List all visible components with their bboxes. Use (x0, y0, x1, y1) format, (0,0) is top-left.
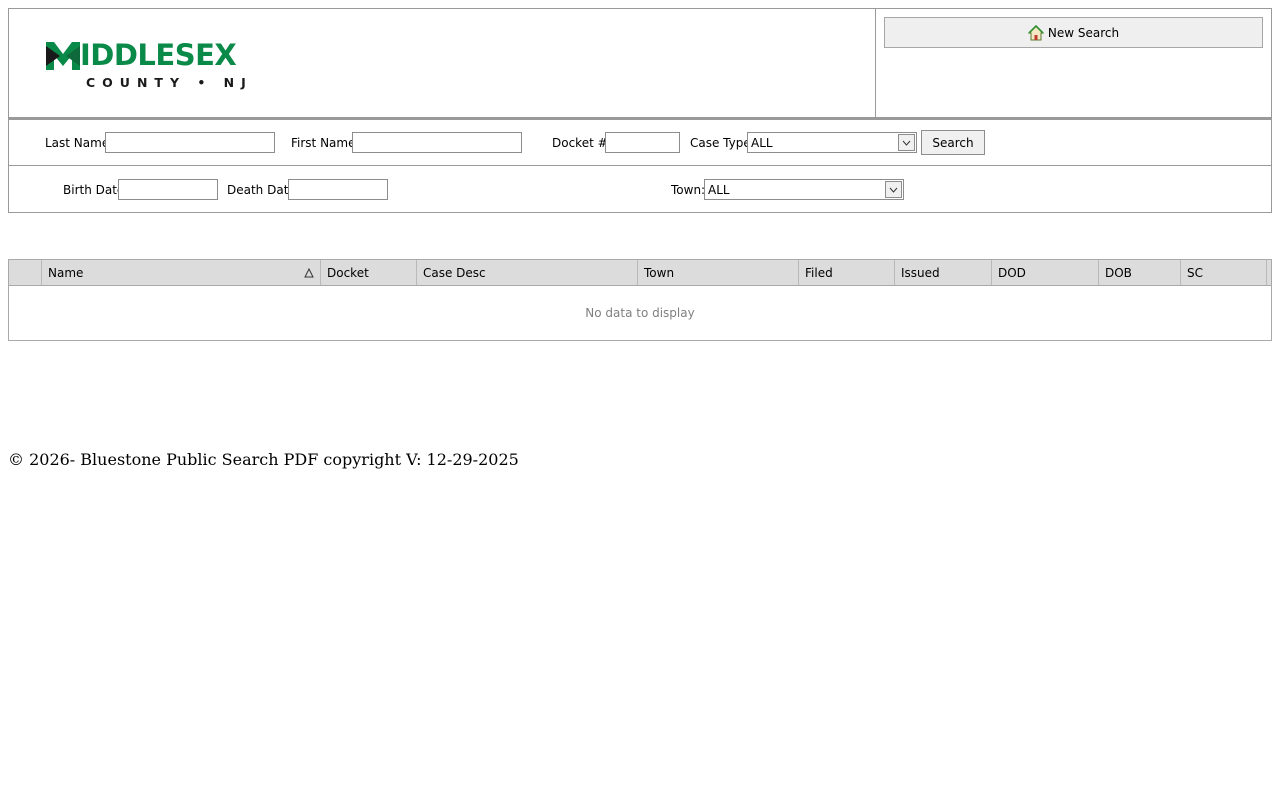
column-header-sc[interactable]: SC (1181, 260, 1267, 285)
town-label: Town: (671, 183, 706, 197)
first-name-label: First Name (291, 136, 356, 150)
column-header-docket[interactable]: Docket (321, 260, 417, 285)
docket-label: Docket # (552, 136, 608, 150)
column-header-name[interactable]: Name (42, 260, 321, 285)
chevron-down-icon[interactable] (885, 181, 902, 198)
new-search-button[interactable]: New Search (884, 17, 1263, 48)
docket-input[interactable] (605, 132, 680, 153)
results-grid: Name Docket Case Desc Town Filed Issued … (8, 259, 1272, 341)
column-header-dod[interactable]: DOD (992, 260, 1099, 285)
logo-subtitle: COUNTY • NJ (86, 75, 253, 90)
header-divider (875, 8, 876, 118)
grid-empty-message: No data to display (585, 306, 695, 320)
column-header-dob[interactable]: DOB (1099, 260, 1181, 285)
logo-m-mark-icon (46, 42, 80, 70)
first-name-input[interactable] (352, 132, 522, 153)
sort-ascending-icon (304, 268, 314, 278)
last-name-label: Last Name (45, 136, 110, 150)
new-search-label: New Search (1047, 25, 1120, 40)
logo-wordmark: IDDLESEX (80, 38, 237, 72)
column-header-case-desc[interactable]: Case Desc (417, 260, 638, 285)
death-date-input[interactable] (288, 179, 388, 200)
search-button[interactable]: Search (921, 130, 985, 155)
column-header-select[interactable] (9, 260, 42, 285)
birth-date-input[interactable] (118, 179, 218, 200)
case-type-label: Case Type (690, 136, 751, 150)
chevron-down-icon[interactable] (898, 134, 915, 151)
column-header-issued[interactable]: Issued (895, 260, 992, 285)
footer-copyright: © 2026- Bluestone Public Search PDF copy… (8, 450, 519, 469)
column-header-name-label: Name (48, 266, 84, 280)
filter-row-divider (8, 165, 1272, 166)
home-icon (1027, 24, 1044, 40)
town-select[interactable]: ALL (704, 179, 904, 200)
case-type-select[interactable]: ALL (747, 132, 917, 153)
death-date-label: Death Date (227, 183, 296, 197)
middlesex-county-logo: IDDLESEX COUNTY • NJ (46, 38, 286, 92)
last-name-input[interactable] (105, 132, 275, 153)
column-header-filed[interactable]: Filed (799, 260, 895, 285)
birth-date-label: Birth Date (63, 183, 125, 197)
column-header-town[interactable]: Town (638, 260, 799, 285)
grid-header-row: Name Docket Case Desc Town Filed Issued … (9, 260, 1271, 286)
town-selected: ALL (708, 183, 730, 197)
case-type-selected: ALL (751, 136, 773, 150)
